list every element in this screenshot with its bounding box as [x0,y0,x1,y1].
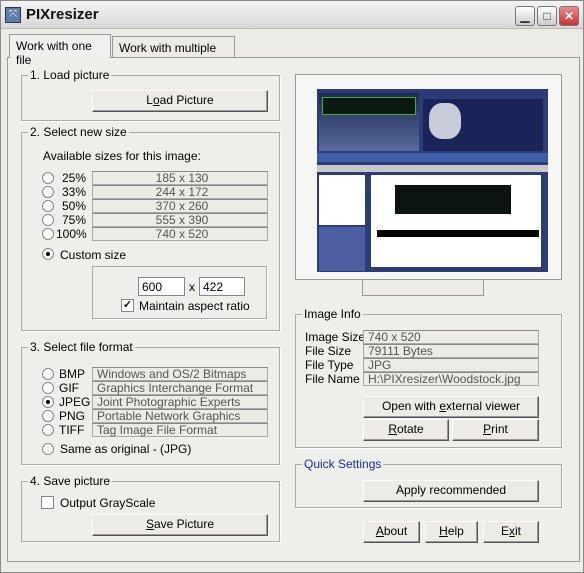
custom-width-input[interactable] [138,277,185,296]
save-picture-button[interactable]: Save Picture [92,514,268,536]
format-code-label: TIFF [59,423,85,437]
group-title: 3. Select file format [28,340,135,354]
about-button[interactable]: About [363,521,420,543]
format-radio-gif[interactable] [42,382,54,394]
maximize-button[interactable]: □ [537,6,557,26]
rotate-button[interactable]: Rotate [363,419,449,441]
format-description: Windows and OS/2 Bitmaps [92,367,268,381]
available-sizes-label: Available sizes for this image: [43,149,201,163]
close-button[interactable]: ✕ [559,6,579,26]
info-label: File Size [305,344,352,358]
window-title: PIXresizer [26,6,99,23]
format-description: Graphics Interchange Format [92,381,268,395]
size-dimensions: 244 x 172 [92,185,268,199]
format-description: Tag Image File Format [92,423,268,437]
size-percent-label: 33% [61,185,86,199]
format-description: Joint Photographic Experts Group [92,395,268,420]
size-radio-25[interactable] [42,172,54,184]
exit-button[interactable]: Exit [483,521,539,543]
group-title: 4. Save picture [28,474,113,488]
info-value: 79111 Bytes [363,344,539,358]
print-button[interactable]: Print [452,419,539,441]
format-radio-jpeg[interactable] [42,396,54,408]
preview-image [317,89,548,272]
info-label: File Type [305,358,354,372]
size-dimensions: 185 x 130 [92,171,268,185]
title-bar[interactable]: ⤧ PIXresizer ▁ □ ✕ [1,1,583,29]
custom-height-input[interactable] [199,277,245,296]
size-percent-label: 75% [61,213,86,227]
format-radio-bmp[interactable] [42,368,54,380]
size-radio-100[interactable] [42,228,54,240]
info-label: File Name [305,372,360,386]
open-external-viewer-button[interactable]: Open with external viewer [363,396,539,418]
tab-multiple-files[interactable]: Work with multiple files [112,36,235,69]
help-button[interactable]: Help [425,521,478,543]
same-as-original-radio[interactable] [42,443,54,455]
pixresizer-window: ⤧ PIXresizer ▁ □ ✕ Work with one file Wo… [0,0,584,573]
group-title: 2. Select new size [28,125,129,139]
maintain-aspect-label: Maintain aspect ratio [139,299,250,313]
maintain-aspect-checkbox[interactable]: ✓ [121,299,134,312]
info-value: H:\PIXresizer\Woodstock.jpg [363,372,539,386]
group-title: Image Info [302,307,363,321]
format-code-label: JPEG [59,395,91,409]
format-code-label: GIF [59,381,79,395]
info-value: 740 x 520 [363,330,539,344]
format-code-label: PNG [59,409,86,423]
preview-stand [362,280,484,296]
load-picture-button[interactable]: Load Picture [92,90,268,112]
size-dimensions: 370 x 260 [92,199,268,213]
group-title: 1. Load picture [28,68,112,82]
format-description: Portable Network Graphics [92,409,268,423]
size-radio-50[interactable] [42,200,54,212]
tab-one-file[interactable]: Work with one file [9,34,111,67]
same-as-original-label: Same as original - (JPG) [60,442,192,456]
size-percent-label: 100% [56,227,87,241]
minimize-button[interactable]: ▁ [515,6,535,26]
size-percent-label: 25% [61,171,86,185]
size-dimensions: 555 x 390 [92,213,268,227]
custom-size-radio[interactable] [42,248,54,260]
times-label: x [189,280,195,294]
apply-recommended-button[interactable]: Apply recommended [363,480,539,502]
format-radio-tiff[interactable] [42,424,54,436]
format-radio-png[interactable] [42,410,54,422]
size-radio-75[interactable] [42,214,54,226]
size-radio-33[interactable] [42,186,54,198]
info-label: Image Size [305,330,366,344]
grayscale-label: Output GrayScale [60,496,156,510]
info-value: JPG [363,358,539,372]
app-icon: ⤧ [5,7,21,23]
custom-size-label: Custom size [60,248,127,262]
grayscale-checkbox[interactable] [41,496,54,509]
size-percent-label: 50% [61,199,86,213]
size-dimensions: 740 x 520 [92,227,268,241]
format-code-label: BMP [59,367,86,381]
group-title: Quick Settings [302,457,384,471]
